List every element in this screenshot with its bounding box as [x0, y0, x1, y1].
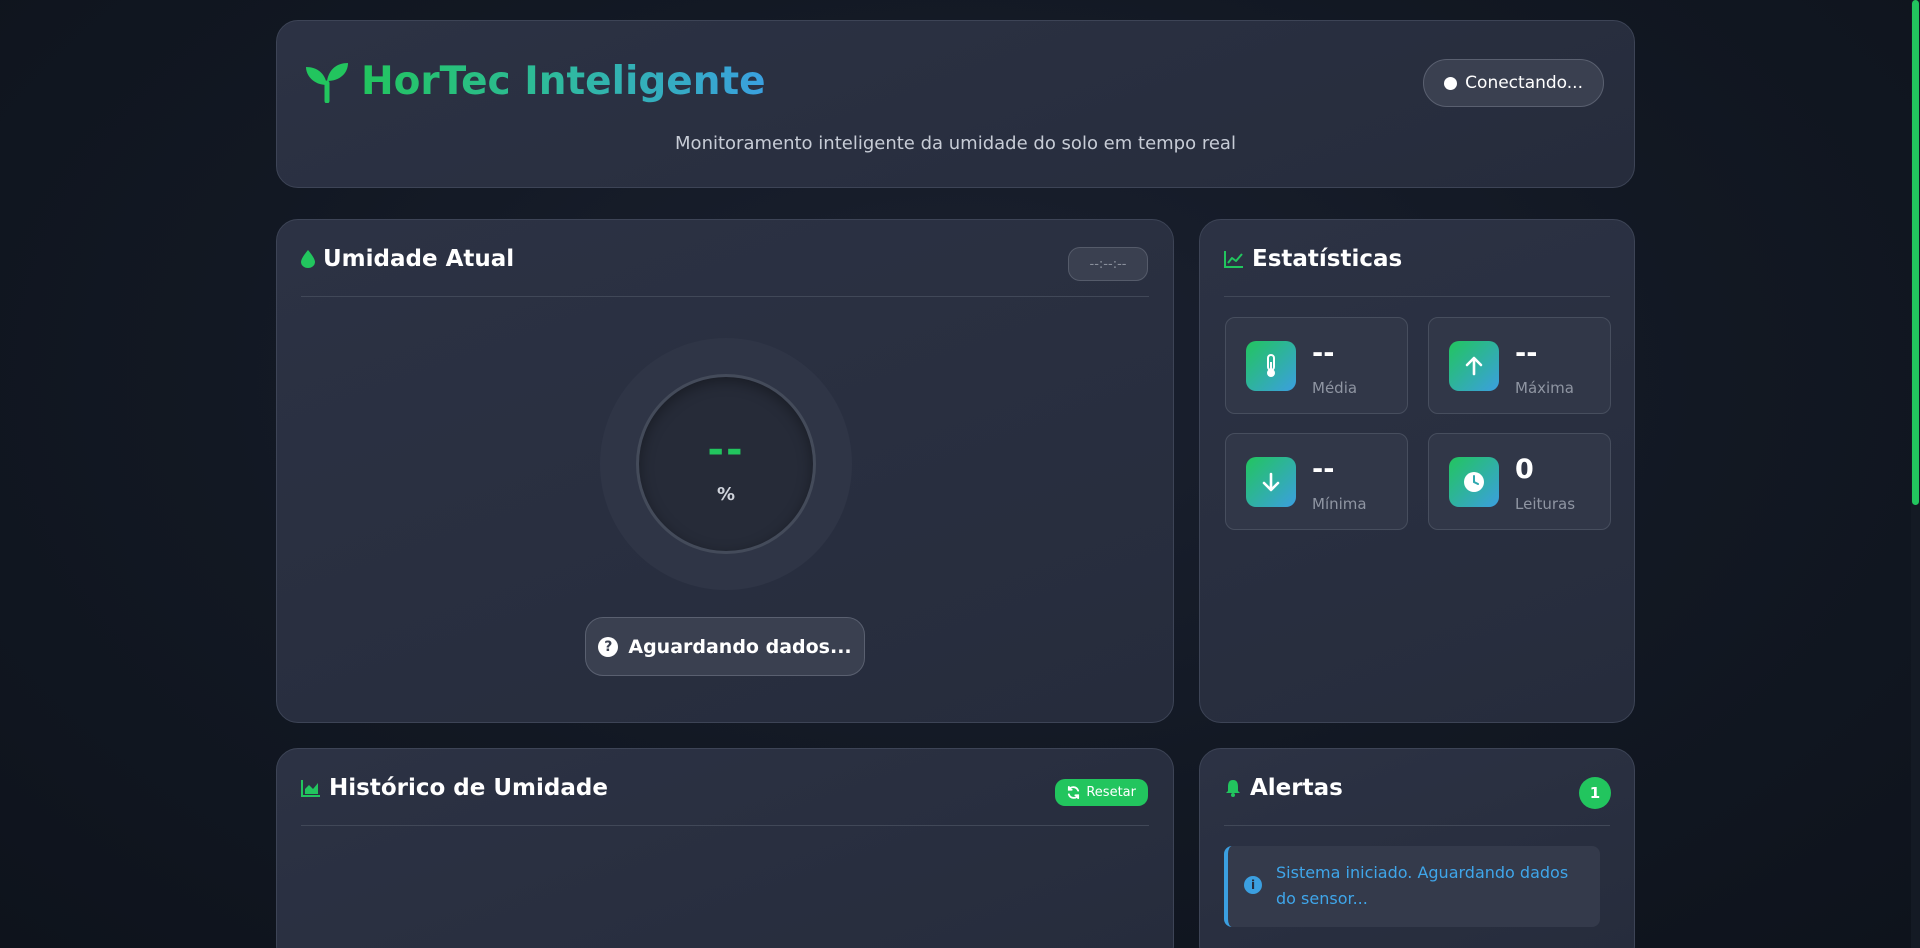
stat-average-label: Média [1312, 379, 1358, 397]
app-title: HorTec Inteligente [361, 59, 766, 104]
page-subtitle: Monitoramento inteligente da umidade do … [675, 133, 1236, 154]
stat-readings-value: 0 [1515, 454, 1534, 485]
refresh-icon [1068, 786, 1080, 799]
chart-area-icon [301, 780, 320, 797]
bell-icon [1226, 780, 1240, 797]
droplet-icon [301, 250, 315, 268]
stat-min: -- Mínima [1225, 433, 1408, 530]
humidity-gauge: -- % [600, 338, 852, 590]
humidity-state-badge: ? Aguardando dados... [585, 617, 865, 676]
reset-button-label: Resetar [1086, 785, 1136, 800]
info-icon: i [1244, 876, 1262, 894]
stat-readings: 0 Leituras [1428, 433, 1611, 530]
humidity-heading: Umidade Atual [301, 246, 514, 272]
stat-max-label: Máxima [1515, 379, 1574, 397]
thermometer-icon [1246, 341, 1296, 391]
question-icon: ? [598, 636, 619, 657]
history-heading: Histórico de Umidade [301, 775, 608, 801]
scrollbar-track[interactable] [1911, 0, 1920, 948]
chart-line-icon [1224, 251, 1243, 268]
stat-max: -- Máxima [1428, 317, 1611, 414]
humidity-state-text: Aguardando dados... [628, 635, 852, 658]
stat-min-value: -- [1312, 454, 1335, 485]
stat-min-label: Mínima [1312, 495, 1367, 513]
stat-max-value: -- [1515, 338, 1538, 369]
alert-item: i Sistema iniciado. Aguardando dados do … [1224, 846, 1600, 927]
alerts-title: Alertas [1250, 775, 1343, 801]
brand: HorTec Inteligente [303, 59, 766, 104]
current-humidity-card: Umidade Atual --:--:-- -- % ? Aguardando… [276, 219, 1174, 723]
divider [1224, 825, 1610, 826]
humidity-unit: % [716, 484, 736, 505]
history-title: Histórico de Umidade [329, 775, 608, 801]
stat-readings-label: Leituras [1515, 495, 1576, 513]
arrow-down-icon [1246, 457, 1296, 507]
reset-button[interactable]: Resetar [1055, 779, 1148, 806]
humidity-history-card: Histórico de Umidade Resetar [276, 748, 1174, 948]
seedling-icon [306, 62, 348, 103]
arrow-up-icon [1449, 341, 1499, 391]
statistics-title: Estatísticas [1252, 246, 1403, 272]
alert-count-badge: 1 [1579, 777, 1611, 809]
scrollbar-thumb[interactable] [1912, 0, 1919, 505]
stat-average: -- Média [1225, 317, 1408, 414]
humidity-title: Umidade Atual [323, 246, 515, 272]
alerts-card: Alertas 1 i Sistema iniciado. Aguardando… [1199, 748, 1635, 948]
connection-status-badge: Conectando... [1423, 59, 1604, 107]
stat-average-value: -- [1312, 338, 1335, 369]
divider [301, 296, 1149, 297]
alert-text: Sistema iniciado. Aguardando dados do se… [1276, 863, 1569, 908]
connection-status-text: Conectando... [1465, 73, 1583, 93]
statistics-heading: Estatísticas [1224, 246, 1402, 272]
clock-icon [1449, 457, 1499, 507]
humidity-value: -- [707, 427, 745, 473]
statistics-card: Estatísticas -- Média -- Máxima -- Mínim… [1199, 219, 1635, 723]
divider [1224, 296, 1610, 297]
divider [301, 825, 1149, 826]
alerts-heading: Alertas [1224, 775, 1343, 801]
header-card: HorTec Inteligente Conectando... Monitor… [276, 20, 1635, 188]
status-dot-icon [1444, 76, 1458, 90]
gauge-center: -- % [636, 374, 816, 554]
last-update-time: --:--:-- [1068, 247, 1148, 281]
